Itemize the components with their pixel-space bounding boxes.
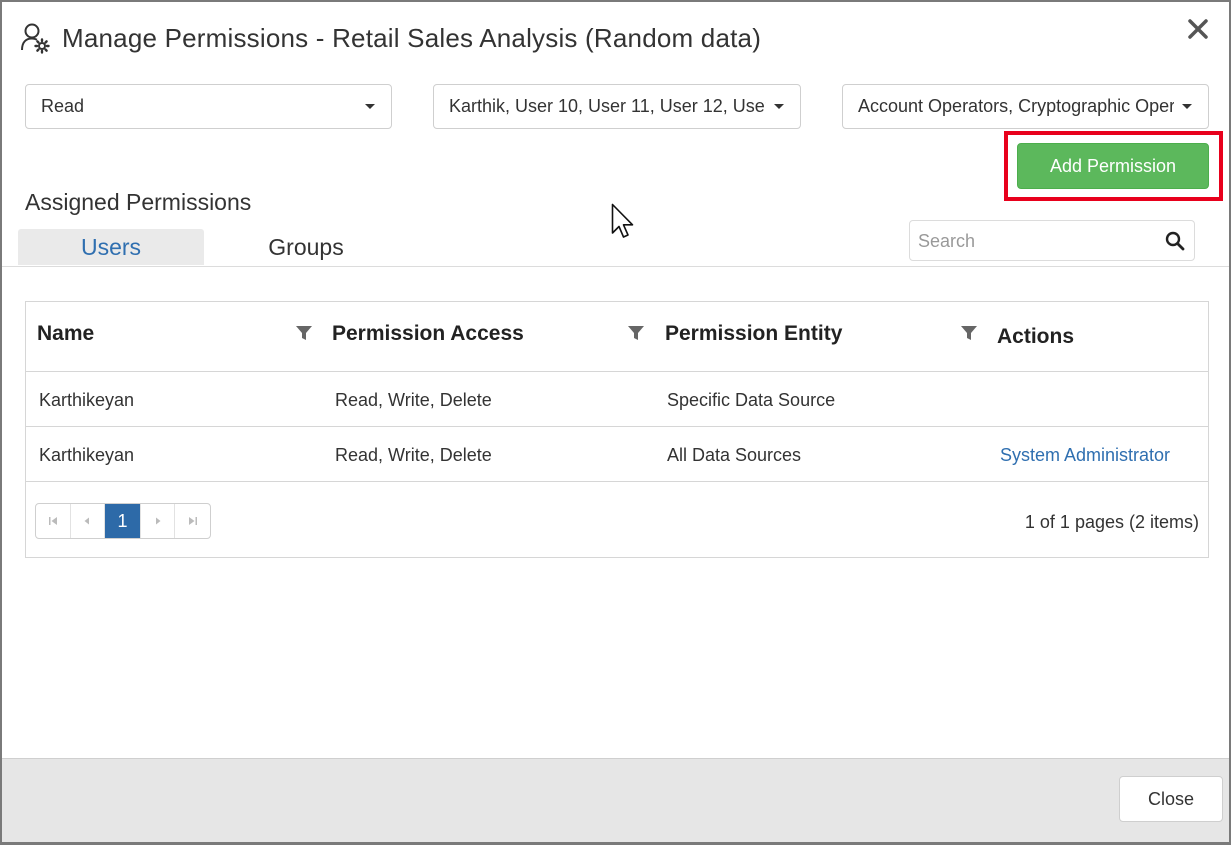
- search-icon[interactable]: [1165, 231, 1185, 251]
- search-box: [909, 220, 1195, 261]
- access-type-value: Read: [41, 96, 85, 116]
- cell-entity: Specific Data Source: [667, 390, 836, 410]
- filter-icon[interactable]: [296, 325, 312, 341]
- users-dropdown[interactable]: Karthik, User 10, User 11, User 12, User…: [433, 84, 801, 129]
- assigned-permissions-heading: Assigned Permissions: [25, 189, 252, 215]
- tab-groups[interactable]: Groups: [204, 229, 408, 265]
- grid-header: Name Permission Access Permission Entity…: [26, 302, 1208, 372]
- column-header-name[interactable]: Name: [37, 322, 94, 346]
- tab-divider: [2, 266, 1229, 267]
- permissions-grid: Name Permission Access Permission Entity…: [25, 301, 1209, 558]
- chevron-left-icon: [84, 517, 90, 525]
- tab-users[interactable]: Users: [18, 229, 204, 265]
- table-row[interactable]: Karthikeyan Read, Write, Delete Specific…: [26, 372, 1208, 427]
- column-header-permission-entity[interactable]: Permission Entity: [665, 322, 842, 346]
- chevron-right-icon: [155, 517, 161, 525]
- chevron-down-icon: [774, 104, 784, 109]
- column-header-permission-access[interactable]: Permission Access: [332, 322, 524, 346]
- groups-value: Account Operators, Cryptographic Operato…: [858, 96, 1174, 116]
- first-page-button[interactable]: [36, 504, 71, 538]
- cell-action-link[interactable]: System Administrator: [1000, 445, 1170, 466]
- cell-name: Karthikeyan: [39, 445, 135, 465]
- first-page-icon: [48, 517, 57, 525]
- pager-info: 1 of 1 pages (2 items): [1024, 512, 1199, 532]
- cell-name: Karthikeyan: [39, 390, 135, 410]
- cell-access: Read, Write, Delete: [335, 390, 492, 410]
- close-icon[interactable]: [1185, 16, 1211, 42]
- filter-icon[interactable]: [628, 325, 644, 341]
- last-page-button[interactable]: [175, 504, 210, 538]
- page-number-button[interactable]: 1: [105, 504, 141, 538]
- chevron-down-icon: [1182, 104, 1192, 109]
- mouse-cursor-icon: [611, 203, 634, 238]
- filter-icon[interactable]: [961, 325, 977, 341]
- cell-entity: All Data Sources: [667, 445, 802, 465]
- previous-page-button[interactable]: [71, 504, 106, 538]
- users-value: Karthik, User 10, User 11, User 12, User…: [449, 96, 766, 116]
- chevron-down-icon: [365, 104, 375, 109]
- pager: 1: [35, 503, 211, 539]
- table-row[interactable]: Karthikeyan Read, Write, Delete All Data…: [26, 427, 1208, 482]
- cell-access: Read, Write, Delete: [335, 445, 492, 465]
- dialog-title: Manage Permissions - Retail Sales Analys…: [62, 22, 762, 53]
- groups-dropdown[interactable]: Account Operators, Cryptographic Operato…: [842, 84, 1209, 129]
- column-header-actions: Actions: [997, 325, 1075, 348]
- manage-permissions-dialog: Manage Permissions - Retail Sales Analys…: [0, 0, 1231, 845]
- dialog-footer: Close: [2, 758, 1229, 842]
- add-permission-button[interactable]: Add Permission: [1017, 143, 1209, 189]
- last-page-icon: [188, 517, 197, 525]
- dialog-header: Manage Permissions - Retail Sales Analys…: [20, 20, 761, 56]
- search-input[interactable]: [918, 229, 1158, 253]
- next-page-button[interactable]: [141, 504, 176, 538]
- access-type-dropdown[interactable]: Read: [25, 84, 392, 129]
- close-button[interactable]: Close: [1119, 776, 1223, 822]
- user-gear-icon: [21, 23, 50, 54]
